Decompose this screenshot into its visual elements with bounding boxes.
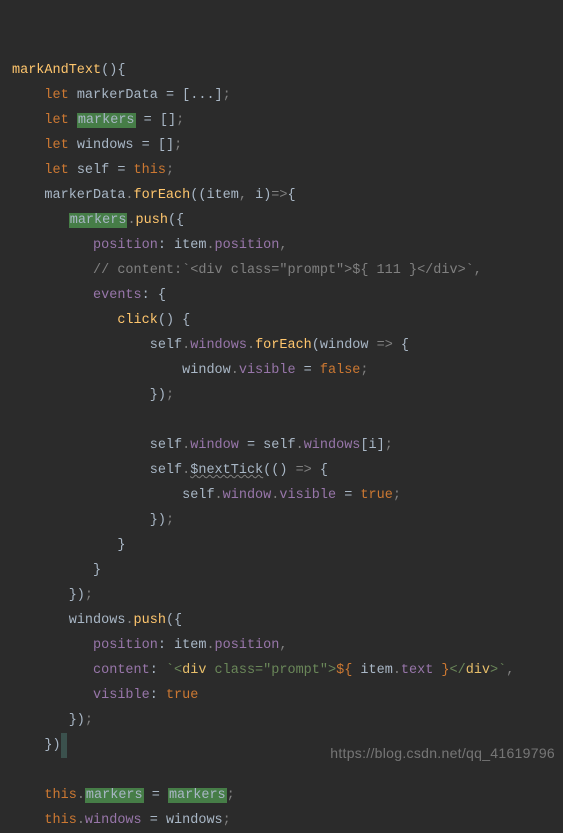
code-line: let self = this;: [12, 163, 174, 178]
code-line: [12, 413, 20, 428]
code-line: });: [12, 513, 174, 528]
hl-markers: markers: [77, 113, 136, 128]
code-line: let markerData = [...];: [12, 88, 231, 103]
code-line: markerData.forEach((item, i)=>{: [12, 188, 296, 203]
truncated-line: [12, 38, 401, 53]
code-line: self.window = self.windows[i];: [12, 438, 393, 453]
code-line: position: item.position,: [12, 638, 287, 653]
code-line: self.windows.forEach(window => {: [12, 338, 409, 353]
code-line: window.visible = false;: [12, 363, 369, 378]
code-line: events: {: [12, 288, 166, 303]
code-line: markAndText(){: [12, 63, 125, 78]
code-line: });: [12, 588, 93, 603]
code-editor[interactable]: markAndText(){ let markerData = [...]; l…: [0, 0, 563, 833]
comment: // content:`<div class="prompt">${ 111 }…: [93, 263, 482, 278]
code-line: [12, 763, 20, 778]
watermark: https://blog.csdn.net/qq_41619796: [330, 741, 555, 766]
code-line: });: [12, 713, 93, 728]
code-line: // content:`<div class="prompt">${ 111 }…: [12, 263, 482, 278]
hl-markers: markers: [85, 788, 144, 803]
code-line: }): [12, 738, 67, 753]
code-line: let markers = [];: [12, 113, 184, 128]
code-line: }: [12, 563, 101, 578]
code-line: }: [12, 538, 125, 553]
code-line: this.markers = markers;: [12, 788, 235, 803]
squiggle: $nextTick: [190, 463, 263, 478]
code-line: content: `<div class="prompt">${ item.te…: [12, 663, 514, 678]
caret: [61, 733, 67, 758]
code-line: self.window.visible = true;: [12, 488, 401, 503]
code-line: click() {: [12, 313, 190, 328]
code-line: visible: true: [12, 688, 198, 703]
code-line: this.windows = windows;: [12, 813, 231, 828]
code-line: windows.push({: [12, 613, 182, 628]
code-line: let windows = [];: [12, 138, 182, 153]
fn-name: markAndText: [12, 63, 101, 78]
hl-markers: markers: [69, 213, 128, 228]
hl-markers: markers: [168, 788, 227, 803]
code-line: });: [12, 388, 174, 403]
code-line: position: item.position,: [12, 238, 287, 253]
code-line: markers.push({: [12, 213, 184, 228]
code-line: self.$nextTick(() => {: [12, 463, 328, 478]
